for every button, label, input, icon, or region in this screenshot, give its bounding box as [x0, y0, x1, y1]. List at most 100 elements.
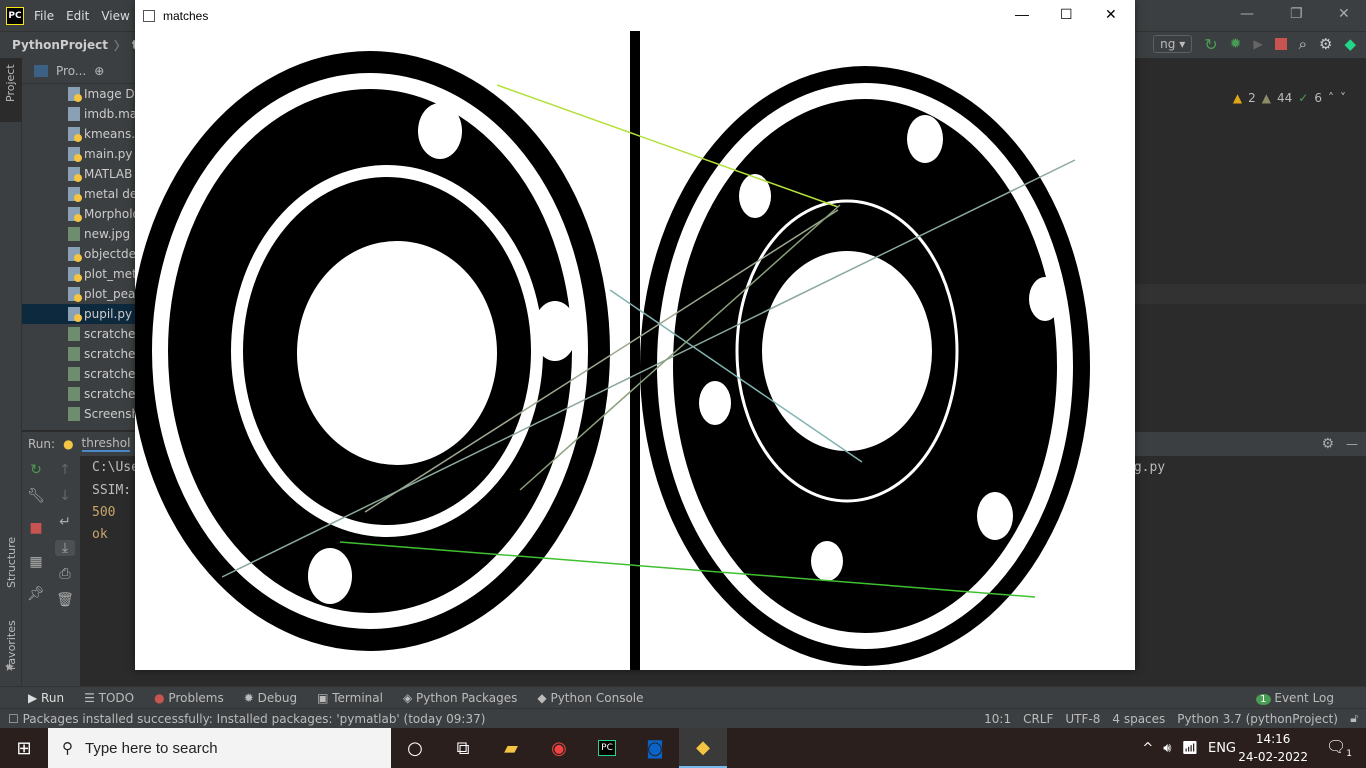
file-item[interactable]: Image Dif: [22, 84, 142, 104]
file-item[interactable]: scratches_: [22, 384, 148, 404]
file-item[interactable]: scratches_: [22, 344, 148, 364]
stop-icon[interactable]: [1274, 38, 1287, 50]
file-item[interactable]: metal def: [22, 184, 142, 204]
caret-position[interactable]: 10:1: [984, 712, 1011, 726]
left-bore: [297, 241, 497, 465]
gear-icon[interactable]: ⚙: [1319, 35, 1332, 53]
file-item[interactable]: kmeans.py: [22, 124, 150, 144]
file-item[interactable]: pupil.py: [22, 304, 142, 324]
ide-minimize-button[interactable]: —: [1240, 6, 1254, 22]
file-item[interactable]: plot_metr: [22, 264, 142, 284]
clock-time: 14:16: [1255, 732, 1291, 746]
file-item[interactable]: scratches_: [22, 364, 148, 384]
ide-close-button[interactable]: ✕: [1338, 6, 1350, 22]
menu-edit[interactable]: Edit: [66, 9, 89, 23]
tab-run[interactable]: ▶ Run: [28, 691, 64, 705]
down-arrow-icon[interactable]: ↓: [55, 488, 75, 504]
minimize-button[interactable]: —: [1015, 6, 1029, 22]
file-item[interactable]: new.jpg: [22, 224, 142, 244]
clock[interactable]: 14:16 24-02-2022: [1238, 730, 1308, 766]
right-bore: [762, 251, 932, 451]
layout-icon[interactable]: ▦: [26, 554, 46, 570]
status-message[interactable]: Packages installed successfully: Install…: [23, 712, 486, 726]
notifications-icon[interactable]: 🗨︎1: [1326, 737, 1352, 759]
wifi-icon[interactable]: 📶︎: [1181, 741, 1198, 756]
indent-setting[interactable]: 4 spaces: [1112, 712, 1165, 726]
maximize-button[interactable]: ☐: [1060, 6, 1073, 23]
matches-window[interactable]: matches — ☐ ✕: [135, 0, 1135, 670]
tab-terminal[interactable]: ▣ Terminal: [317, 691, 383, 705]
ide-restore-button[interactable]: ❐: [1290, 6, 1303, 22]
file-explorer-icon[interactable]: ▰: [487, 728, 535, 768]
chrome-icon[interactable]: ◉: [535, 728, 583, 768]
language-indicator[interactable]: ENG: [1208, 741, 1236, 756]
taskbar-search-box[interactable]: ⚲ Type here to search: [48, 728, 391, 768]
left-tool-strip: Project Structure Favorites ★: [0, 58, 22, 686]
code-with-me-icon[interactable]: ◆: [1344, 35, 1356, 53]
typo-icon[interactable]: ✓: [1298, 91, 1308, 105]
weak-warning-icon[interactable]: ▲: [1262, 91, 1271, 105]
lock-icon[interactable]: 🔓︎: [1350, 711, 1358, 726]
tab-debug[interactable]: ✹ Debug: [244, 691, 297, 705]
matches-title-bar[interactable]: matches — ☐ ✕: [135, 0, 1135, 31]
tab-python-packages[interactable]: ◈ Python Packages: [403, 691, 517, 705]
python-interpreter[interactable]: Python 3.7 (pythonProject): [1177, 712, 1338, 726]
task-view-icon[interactable]: ⧉: [439, 728, 487, 768]
file-name: metal def: [84, 187, 142, 201]
gear-icon[interactable]: ⚙: [1321, 436, 1334, 452]
tab-todo[interactable]: ☰ TODO: [84, 691, 134, 705]
project-tool-tab[interactable]: Project: [0, 58, 22, 122]
file-item[interactable]: objectdet: [22, 244, 142, 264]
pycharm-taskbar-icon[interactable]: PC: [583, 728, 631, 768]
warning-icon[interactable]: ▲: [1233, 91, 1242, 105]
prev-highlight-icon[interactable]: ˄: [1328, 91, 1334, 105]
coverage-icon[interactable]: ▶: [1253, 37, 1262, 51]
breadcrumb-project[interactable]: PythonProject: [12, 38, 108, 52]
file-item[interactable]: MATLAB c: [22, 164, 143, 184]
line-separator[interactable]: CRLF: [1023, 712, 1053, 726]
pin-icon[interactable]: 📌︎: [26, 586, 46, 602]
left-hole: [418, 103, 462, 159]
volume-icon[interactable]: 🔊︎: [1163, 741, 1171, 756]
next-highlight-icon[interactable]: ˅: [1340, 91, 1346, 105]
status-panel-icon[interactable]: ☐: [8, 712, 19, 726]
hide-icon[interactable]: —: [1346, 437, 1358, 451]
stop-icon[interactable]: ■: [26, 520, 46, 536]
file-item[interactable]: scratches_: [22, 324, 148, 344]
soft-wrap-icon[interactable]: ↵: [55, 514, 75, 530]
debug-bug-icon[interactable]: ✹: [1230, 36, 1242, 52]
menu-view[interactable]: View: [101, 9, 129, 23]
up-arrow-icon[interactable]: ↑: [55, 462, 75, 478]
event-log-button[interactable]: 1 Event Log: [1256, 691, 1334, 705]
structure-tab[interactable]: Structure: [5, 537, 18, 588]
locate-icon[interactable]: ⊕: [94, 64, 104, 78]
wrench-icon[interactable]: 🔧︎: [26, 488, 46, 504]
rerun-icon[interactable]: ↻: [1204, 35, 1217, 54]
windows-start-icon[interactable]: ⊞: [0, 728, 48, 768]
file-item[interactable]: plot_peak: [22, 284, 142, 304]
cortana-icon[interactable]: ○: [391, 728, 439, 768]
file-encoding[interactable]: UTF-8: [1065, 712, 1100, 726]
search-icon[interactable]: ⌕: [1299, 35, 1307, 53]
console-line: 500: [92, 505, 116, 520]
run-config-select[interactable]: ng ▾: [1153, 35, 1193, 53]
file-item[interactable]: imdb.mat: [22, 104, 142, 124]
show-hidden-icons[interactable]: ^: [1142, 741, 1153, 756]
trash-icon[interactable]: 🗑︎: [55, 592, 75, 608]
outlook-icon[interactable]: ◙: [631, 728, 679, 768]
run-tab[interactable]: threshol: [81, 436, 131, 452]
rerun-icon[interactable]: ↻: [26, 462, 46, 478]
file-item[interactable]: main.py: [22, 144, 142, 164]
menu-file[interactable]: File: [34, 9, 54, 23]
file-item[interactable]: Morpholo: [22, 204, 142, 224]
scroll-to-end-icon[interactable]: ⤓: [55, 540, 75, 556]
tab-python-console[interactable]: ◆ Python Console: [537, 691, 643, 705]
file-item[interactable]: Screensho: [22, 404, 146, 424]
python-window-icon[interactable]: ◆: [679, 728, 727, 768]
file-name: Image Dif: [84, 87, 143, 101]
print-icon[interactable]: ⎙: [55, 566, 75, 582]
tab-problems[interactable]: ● Problems: [154, 691, 224, 705]
close-button[interactable]: ✕: [1105, 6, 1117, 23]
project-view-select[interactable]: Pro...: [56, 64, 86, 78]
image-file-icon: [68, 407, 80, 421]
